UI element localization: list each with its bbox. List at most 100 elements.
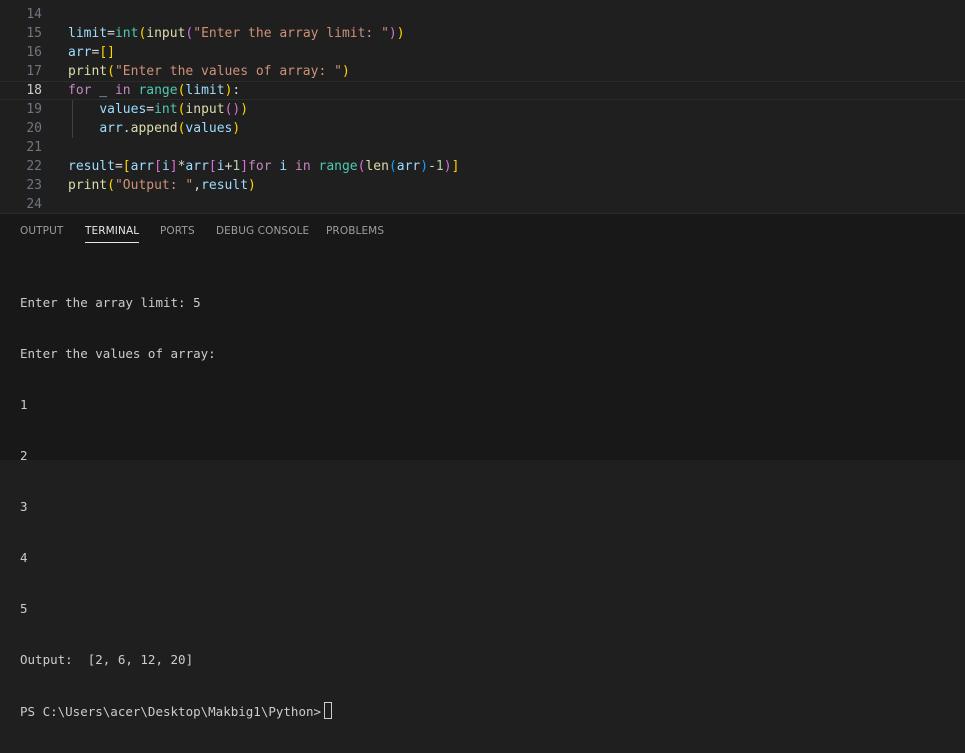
terminal-line: 2 bbox=[20, 448, 28, 463]
code-text: values=int(input()) bbox=[68, 100, 248, 119]
tab-output[interactable]: OUTPUT bbox=[20, 225, 63, 237]
code-token: ) bbox=[248, 178, 256, 193]
line-number: 15 bbox=[26, 26, 42, 41]
code-token: , bbox=[193, 178, 202, 193]
code-token: arr bbox=[185, 159, 209, 174]
code-token: : bbox=[232, 83, 241, 98]
terminal-line: 4 bbox=[20, 550, 28, 565]
code-token: limit bbox=[68, 26, 108, 41]
code-token: print bbox=[68, 178, 108, 193]
code-token: input bbox=[146, 26, 186, 41]
code-text: print("Enter the values of array: ") bbox=[68, 62, 350, 81]
panel-tabs: OUTPUT TERMINAL PORTS DEBUG CONSOLE PROB… bbox=[0, 214, 965, 250]
line-number: 24 bbox=[26, 197, 42, 212]
code-text: arr.append(values) bbox=[68, 119, 240, 138]
tab-ports[interactable]: PORTS bbox=[160, 225, 195, 237]
code-line[interactable]: 23 print("Output: ",result) bbox=[0, 176, 965, 195]
terminal-line: 5 bbox=[20, 601, 28, 616]
code-token: print bbox=[68, 64, 108, 79]
code-token: ) bbox=[341, 64, 350, 79]
tab-terminal[interactable]: TERMINAL bbox=[85, 225, 140, 243]
code-token: "Output: " bbox=[114, 178, 194, 193]
code-token: arr bbox=[396, 159, 421, 174]
terminal-line: 1 bbox=[20, 397, 28, 412]
terminal-output[interactable]: Enter the array limit: 5 Enter the value… bbox=[20, 260, 950, 753]
code-token: limit bbox=[185, 83, 225, 98]
code-line[interactable]: 17 print("Enter the values of array: ") bbox=[0, 62, 965, 81]
line-number: 22 bbox=[26, 159, 42, 174]
code-text: print("Output: ",result) bbox=[68, 176, 256, 195]
code-token: int bbox=[154, 102, 178, 117]
code-token: ) bbox=[443, 159, 452, 174]
code-token: - bbox=[428, 159, 436, 174]
code-token: for bbox=[68, 83, 92, 98]
bottom-panel: OUTPUT TERMINAL PORTS DEBUG CONSOLE PROB… bbox=[0, 213, 965, 719]
tab-debug-console[interactable]: DEBUG CONSOLE bbox=[216, 225, 309, 237]
code-token: ) bbox=[240, 102, 249, 117]
code-token: ] bbox=[169, 159, 178, 174]
terminal-cursor bbox=[324, 702, 333, 719]
code-token: [ bbox=[122, 159, 131, 174]
code-token: ( bbox=[388, 159, 397, 174]
code-editor[interactable]: 131415limit=int(input("Enter the array l… bbox=[0, 0, 965, 213]
code-token: ) bbox=[388, 26, 397, 41]
code-token: i bbox=[216, 159, 225, 174]
tab-problems[interactable]: PROBLEMS bbox=[326, 225, 384, 237]
line-number: 17 bbox=[26, 64, 42, 79]
code-token: () bbox=[224, 102, 241, 117]
code-token: result bbox=[201, 178, 249, 193]
code-token: [ bbox=[154, 159, 162, 174]
code-token: in bbox=[114, 83, 131, 98]
line-number: 20 bbox=[26, 121, 42, 136]
code-line[interactable]: 21 bbox=[0, 138, 965, 157]
code-token: ) bbox=[420, 159, 429, 174]
code-token: [ bbox=[208, 159, 217, 174]
code-token: range bbox=[318, 159, 358, 174]
code-line[interactable]: 16 arr=[] bbox=[0, 43, 965, 62]
code-token: = bbox=[146, 102, 155, 117]
line-number: 14 bbox=[26, 7, 42, 22]
code-token: arr bbox=[99, 121, 123, 136]
code-token: i bbox=[161, 159, 170, 174]
terminal-line: Enter the array limit: 5 bbox=[20, 295, 201, 310]
code-line[interactable]: 19 values=int(input()) bbox=[0, 100, 965, 119]
code-token: values bbox=[185, 121, 233, 136]
code-token: result bbox=[68, 159, 115, 174]
line-number: 21 bbox=[26, 140, 42, 155]
code-token: i bbox=[271, 159, 296, 174]
code-token: [] bbox=[99, 45, 115, 60]
code-token: ) bbox=[232, 121, 241, 136]
line-number: 18 bbox=[26, 83, 42, 98]
line-number: 19 bbox=[26, 102, 42, 117]
code-token: "Enter the array limit: " bbox=[193, 26, 389, 41]
code-text: for _ in range(limit): bbox=[68, 82, 240, 99]
code-token: _ bbox=[91, 83, 115, 98]
indent-guide bbox=[72, 100, 73, 138]
code-line[interactable]: 18 for _ in range(limit): bbox=[0, 81, 965, 100]
code-text: arr=[] bbox=[68, 43, 115, 62]
terminal-line: Enter the values of array: bbox=[20, 346, 216, 361]
code-token: input bbox=[185, 102, 225, 117]
code-token: ( bbox=[107, 178, 115, 193]
code-token: for bbox=[248, 159, 272, 174]
code-line[interactable]: 20 arr.append(values) bbox=[0, 119, 965, 138]
code-token: . bbox=[122, 121, 131, 136]
code-token: "Enter the values of array: " bbox=[114, 64, 342, 79]
code-line[interactable]: 24 bbox=[0, 195, 965, 213]
line-number: 16 bbox=[26, 45, 42, 60]
code-token: len bbox=[365, 159, 389, 174]
terminal-line: Output: [2, 6, 12, 20] bbox=[20, 652, 194, 667]
code-text: limit=int(input("Enter the array limit: … bbox=[68, 24, 405, 43]
line-number: 23 bbox=[26, 178, 42, 193]
code-line[interactable]: 22 result=[arr[i]*arr[i+1]for i in range(… bbox=[0, 157, 965, 176]
code-token: ] bbox=[451, 159, 460, 174]
code-token: ( bbox=[107, 64, 115, 79]
code-token: arr bbox=[68, 45, 92, 60]
code-line[interactable]: 14 bbox=[0, 5, 965, 24]
code-token: ] bbox=[240, 159, 249, 174]
code-line[interactable]: 15 limit=int(input("Enter the array limit… bbox=[0, 24, 965, 43]
code-token: values bbox=[99, 102, 147, 117]
terminal-prompt-line[interactable]: PS C:\Users\acer\Desktop\Makbig1\Python> bbox=[20, 702, 950, 719]
code-token: range bbox=[138, 83, 178, 98]
